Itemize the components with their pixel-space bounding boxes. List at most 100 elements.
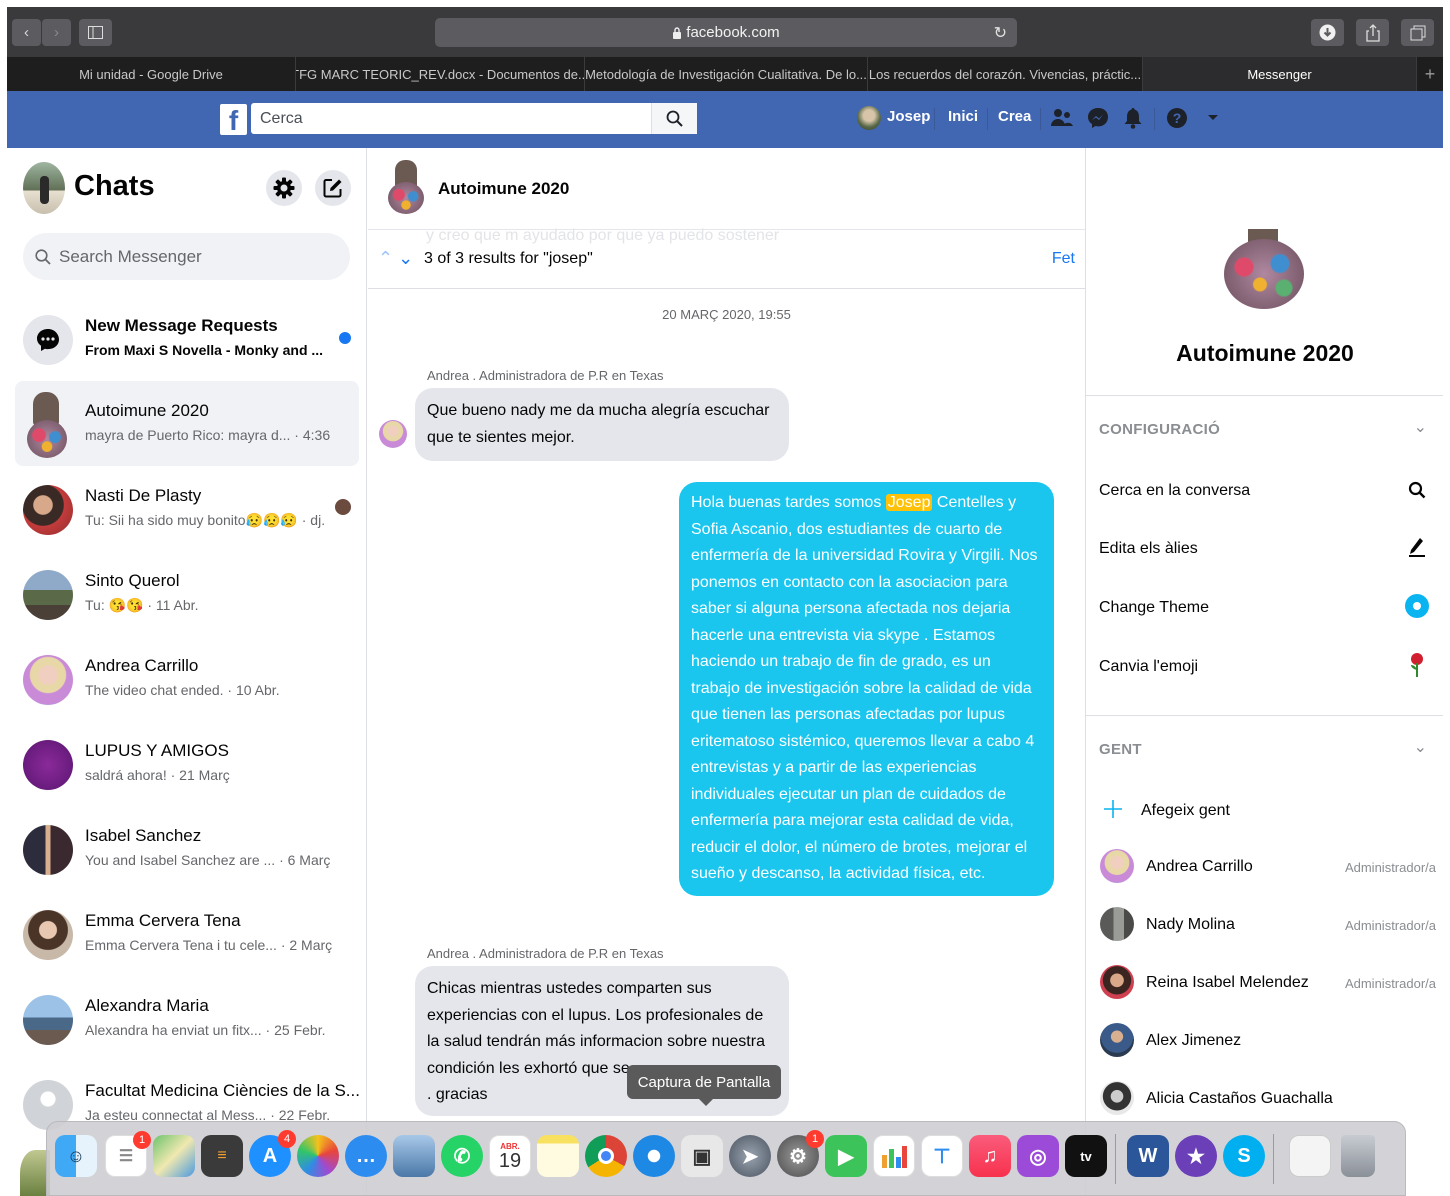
apple-tv-icon[interactable]: tv (1065, 1135, 1107, 1177)
member-name: Nady Molina (1146, 916, 1235, 933)
finder-icon[interactable]: ☺ (55, 1135, 97, 1177)
facebook-search-input[interactable]: Cerca (251, 103, 697, 134)
create-link[interactable]: Crea (998, 108, 1031, 125)
group-avatar[interactable] (386, 160, 426, 214)
app-store-icon[interactable]: A 4 (249, 1130, 296, 1177)
launchpad-icon[interactable]: ➤ (729, 1135, 771, 1177)
settings-button[interactable] (266, 170, 302, 206)
word-icon[interactable]: W (1127, 1135, 1169, 1177)
tab-google-drive[interactable]: Mi unidad - Google Drive (7, 57, 296, 91)
new-message-button[interactable] (315, 170, 351, 206)
messenger-search-input[interactable]: Search Messenger (23, 233, 350, 280)
keynote-icon[interactable]: ⊤ (921, 1135, 963, 1177)
message-text-part: Hola buenas tardes somos (691, 494, 886, 511)
chevron-down-icon[interactable]: ⌄ (1414, 417, 1427, 437)
theme-icon[interactable] (1403, 592, 1431, 620)
screenshot-icon[interactable]: ▣ (681, 1135, 723, 1177)
add-people-button[interactable]: Afegeix gent (1141, 802, 1230, 820)
conversation-sinto-querol[interactable]: Sinto Querol Tu: 😘😘 · 11 Abr. (15, 551, 359, 636)
calculator-icon[interactable]: ≡ (201, 1135, 243, 1177)
add-people-icon[interactable] (1102, 798, 1124, 820)
member-row[interactable]: Nady Molina Administrador/a (1100, 906, 1440, 946)
help-icon[interactable]: ? (1164, 105, 1190, 131)
home-link[interactable]: Inici (948, 108, 978, 125)
share-button[interactable] (1356, 19, 1389, 46)
podcasts-icon[interactable]: ◎ (1017, 1135, 1059, 1177)
people-section-header[interactable]: GENT (1099, 741, 1142, 758)
safari-icon[interactable] (633, 1135, 675, 1177)
tabs-overview-button[interactable] (1401, 19, 1434, 46)
settings-section-header[interactable]: CONFIGURACIÓ (1099, 421, 1220, 438)
preview-icon[interactable] (393, 1135, 435, 1177)
notes-icon[interactable] (537, 1135, 579, 1177)
tab-tfg-document[interactable]: TFG MARC TEORIC_REV.docx - Documentos de… (296, 57, 585, 91)
member-row[interactable]: Reina Isabel Melendez Administrador/a (1100, 964, 1440, 1004)
address-bar[interactable]: facebook.com ↻ (435, 18, 1017, 47)
caret-down-icon[interactable] (1200, 105, 1226, 131)
conversation-header: Autoimune 2020 (368, 148, 1085, 229)
conversation-lupus-y-amigos[interactable]: LUPUS Y AMIGOS saldrá ahora! · 21 Març (15, 721, 359, 806)
rose-icon[interactable] (1403, 651, 1431, 679)
change-theme[interactable]: Change Theme (1099, 599, 1209, 617)
sender-avatar[interactable] (379, 420, 407, 448)
search-icon[interactable] (1403, 476, 1431, 504)
search-results-count: 3 of 3 results for "josep" (424, 250, 593, 267)
document-stack-icon[interactable] (1289, 1135, 1331, 1177)
photos-icon[interactable] (297, 1135, 339, 1177)
facebook-search-button[interactable] (651, 103, 697, 134)
conversation-emma-cervera-tena[interactable]: Emma Cervera Tena Emma Cervera Tena i tu… (15, 891, 359, 976)
friends-icon[interactable] (1049, 105, 1075, 131)
conversation-andrea-carrillo[interactable]: Andrea Carrillo The video chat ended. · … (15, 636, 359, 721)
whatsapp-icon[interactable]: ✆ (441, 1135, 483, 1177)
edit-nicknames[interactable]: Edita els àlies (1099, 540, 1198, 558)
incoming-message[interactable]: Que bueno nady me da mucha alegría escuc… (415, 388, 789, 461)
chevron-up-icon[interactable]: ⌃ (378, 248, 393, 268)
tab-metodologia[interactable]: Metodología de Investigación Cualitativa… (585, 57, 868, 91)
sidebar-toggle-button[interactable] (79, 19, 112, 46)
chevron-down-icon[interactable]: ⌄ (398, 248, 413, 268)
skype-icon[interactable]: S (1223, 1135, 1265, 1177)
member-row[interactable]: Alex Jimenez (1100, 1022, 1440, 1062)
chat-bubble-icon (37, 329, 59, 351)
search-done-button[interactable]: Fet (1052, 250, 1075, 268)
conversation-alexandra-maria[interactable]: Alexandra Maria Alexandra ha enviat un f… (15, 976, 359, 1061)
member-name: Reina Isabel Melendez (1146, 974, 1309, 991)
search-in-conversation[interactable]: Cerca en la conversa (1099, 482, 1250, 500)
conversation-autoimune-2020[interactable]: Autoimune 2020 mayra de Puerto Rico: may… (15, 381, 359, 466)
reload-icon[interactable]: ↻ (994, 23, 1007, 43)
downloads-button[interactable] (1311, 19, 1344, 46)
conversation-isabel-sanchez[interactable]: Isabel Sanchez You and Isabel Sanchez ar… (15, 806, 359, 891)
messenger-icon[interactable] (1085, 105, 1111, 131)
conversation-info-panel: Autoimune 2020 CONFIGURACIÓ ⌄ Cerca en l… (1085, 148, 1443, 1196)
numbers-icon[interactable] (873, 1135, 915, 1177)
change-emoji[interactable]: Canvia l'emoji (1099, 658, 1198, 676)
system-preferences-icon[interactable]: ⚙ 1 (777, 1130, 824, 1177)
facebook-logo[interactable]: f (220, 104, 247, 135)
bell-icon[interactable] (1120, 105, 1146, 131)
chevron-down-icon[interactable]: ⌄ (1414, 737, 1427, 757)
imovie-icon[interactable]: ★ (1175, 1135, 1217, 1177)
trash-icon[interactable] (1341, 1135, 1375, 1177)
profile-link[interactable]: Josep (887, 108, 930, 125)
tab-messenger[interactable]: Messenger (1143, 57, 1417, 91)
music-icon[interactable]: ♫ (969, 1135, 1011, 1177)
user-avatar[interactable] (23, 162, 65, 214)
member-row[interactable]: Andrea Carrillo Administrador/a (1100, 848, 1440, 888)
chrome-icon[interactable] (585, 1135, 627, 1177)
maps-icon[interactable] (153, 1135, 195, 1177)
forward-button[interactable]: › (42, 19, 71, 46)
edit-icon[interactable] (1403, 533, 1431, 561)
messages-icon[interactable]: … (345, 1135, 387, 1177)
conversation-message-requests[interactable]: New Message Requests From Maxi S Novella… (15, 296, 359, 381)
member-row[interactable]: Alicia Castaños Guachalla (1100, 1080, 1440, 1120)
facetime-icon[interactable]: ▶ (825, 1135, 867, 1177)
back-button[interactable]: ‹ (12, 19, 41, 46)
contact-avatar (23, 902, 73, 968)
new-tab-button[interactable]: + (1417, 57, 1443, 91)
profile-avatar[interactable] (857, 106, 881, 130)
reminders-icon[interactable]: ☰ 1 (105, 1131, 151, 1177)
conversation-nasti-de-plasty[interactable]: Nasti De Plasty Tu: Sii ha sido muy boni… (15, 466, 359, 551)
calendar-icon[interactable]: ABR. 19 (489, 1135, 531, 1177)
tab-recuerdos[interactable]: Los recuerdos del corazón. Vivencias, pr… (868, 57, 1143, 91)
outgoing-message[interactable]: Hola buenas tardes somos Josep Centelles… (679, 482, 1054, 896)
